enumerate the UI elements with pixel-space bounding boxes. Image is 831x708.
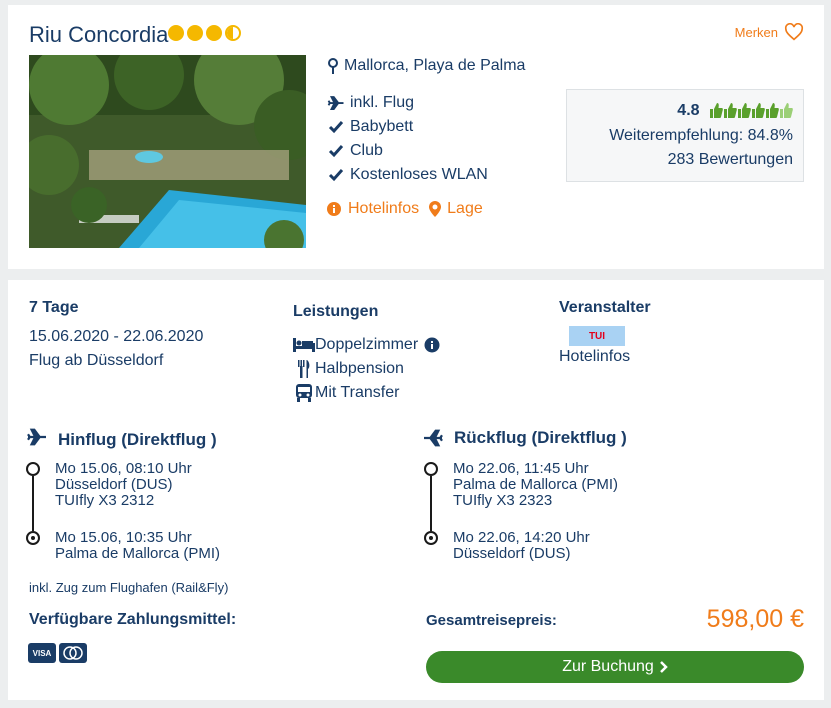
outbound-flight-no: TUIfly X3 2312: [55, 492, 155, 509]
service-board: Halbpension: [293, 360, 404, 378]
merken-button[interactable]: Merken: [735, 23, 804, 41]
operator-logo: TUI: [569, 326, 625, 346]
location-text: Mallorca, Playa de Palma: [344, 57, 526, 74]
info-icon[interactable]: [424, 337, 440, 353]
return-arrival: Mo 22.06, 14:20 Uhr Düsseldorf (DUS): [453, 530, 590, 562]
timeline-end-dot: [26, 531, 40, 545]
outbound-arr-airport: Palma de Mallorca (PMI): [55, 545, 221, 562]
hotel-stars: [168, 25, 241, 41]
check-icon: [326, 120, 346, 134]
service-transfer: Mit Transfer: [293, 384, 399, 402]
plane-icon: [326, 95, 346, 111]
map-marker-icon: [429, 201, 442, 217]
outbound-header: Hinflug (Direktflug ): [26, 428, 217, 451]
bus-icon: [293, 384, 315, 402]
outbound-departure: Mo 15.06, 08:10 Uhr Düsseldorf (DUS) TUI…: [55, 461, 192, 509]
trip-dates: 15.06.2020 - 22.06.2020: [29, 328, 204, 345]
rating-score-row: 4.8: [677, 102, 793, 120]
return-dep-time: Mo 22.06, 11:45 Uhr: [453, 460, 589, 477]
timeline-line: [32, 476, 34, 531]
thumb-up-icon: [738, 103, 751, 119]
outbound-dep-airport: Düsseldorf (DUS): [55, 476, 173, 493]
plane-return-icon: [422, 429, 444, 447]
hotel-card: Riu Concordia Merken Mallorca, Playa de …: [8, 5, 824, 269]
hotel-links: Hotelinfos Lage: [326, 200, 483, 218]
service-room: Doppelzimmer: [293, 336, 440, 354]
booking-button[interactable]: Zur Buchung: [426, 651, 804, 683]
hotel-location: Mallorca, Playa de Palma: [326, 57, 525, 75]
total-price: 598,00 €: [706, 605, 804, 633]
booking-label: Zur Buchung: [562, 658, 654, 675]
visa-icon: VISA: [28, 643, 56, 663]
check-icon: [326, 144, 346, 158]
outbound-title: Hinflug (Direktflug ): [58, 429, 217, 449]
info-icon: [327, 202, 341, 216]
thumb-up-icon: [752, 103, 765, 119]
recommend-rate: Weiterempfehlung: 84.8%: [609, 127, 793, 144]
hotel-features: inkl. Flug Babybett Club Kostenloses WLA…: [326, 91, 488, 187]
offer-card: 7 Tage 15.06.2020 - 22.06.2020 Flug ab D…: [8, 280, 824, 700]
outbound-dep-time: Mo 15.06, 08:10 Uhr: [55, 460, 192, 477]
map-pin-icon: [326, 58, 340, 74]
outbound-arrival: Mo 15.06, 10:35 Uhr Palma de Mallorca (P…: [55, 530, 220, 562]
mastercard-icon: [59, 643, 87, 663]
hotelinfos-link[interactable]: Hotelinfos: [326, 200, 419, 218]
payment-methods: VISA: [28, 643, 87, 663]
outbound-arr-time: Mo 15.06, 10:35 Uhr: [55, 529, 192, 546]
thumb-up-icon: [766, 103, 779, 119]
operator-title: Veranstalter: [559, 299, 651, 316]
return-arr-airport: Düsseldorf (DUS): [453, 545, 571, 562]
return-header: Rückflug (Direktflug ): [422, 428, 627, 448]
plane-icon: [26, 428, 48, 451]
rating-box[interactable]: 4.8 Weiterempfehlung: 84.8% 283 Bewertun…: [566, 89, 804, 182]
star-icon: [206, 25, 222, 41]
timeline-start-dot: [424, 462, 438, 476]
thumb-up-icon: [710, 103, 723, 119]
chevron-right-icon: [659, 661, 668, 673]
rating-score: 4.8: [677, 102, 700, 119]
half-star-icon: [225, 25, 241, 41]
return-title: Rückflug (Direktflug ): [454, 428, 627, 447]
feature-wlan: Kostenloses WLAN: [326, 163, 488, 187]
feature-club: Club: [326, 139, 488, 163]
thumb-up-icon: [724, 103, 737, 119]
return-departure: Mo 22.06, 11:45 Uhr Palma de Mallorca (P…: [453, 461, 618, 509]
return-dep-airport: Palma de Mallorca (PMI): [453, 476, 619, 493]
departure-city: Flug ab Düsseldorf: [29, 352, 164, 369]
thumb-up-icon: [780, 103, 793, 119]
rail-fly-note: inkl. Zug zum Flughafen (Rail&Fly): [29, 580, 229, 595]
services-title: Leistungen: [293, 303, 379, 320]
star-icon: [187, 25, 203, 41]
heart-icon: [784, 23, 804, 41]
bed-icon: [293, 338, 315, 352]
lage-link[interactable]: Lage: [429, 200, 483, 218]
timeline-end-dot: [424, 531, 438, 545]
rating-thumbs: [710, 103, 793, 119]
cutlery-icon: [293, 360, 315, 378]
star-icon: [168, 25, 184, 41]
timeline-start-dot: [26, 462, 40, 476]
hotel-name[interactable]: Riu Concordia: [29, 22, 168, 48]
payment-title: Verfügbare Zahlungsmittel:: [29, 611, 237, 628]
trip-duration: 7 Tage: [29, 299, 79, 316]
hotel-photo[interactable]: [29, 55, 306, 248]
merken-label: Merken: [734, 24, 778, 40]
return-flight-no: TUIfly X3 2323: [453, 492, 553, 509]
review-count[interactable]: 283 Bewertungen: [668, 151, 793, 169]
check-icon: [326, 168, 346, 182]
feature-flight: inkl. Flug: [326, 91, 488, 115]
total-label: Gesamtreisepreis:: [426, 612, 557, 629]
timeline-line: [430, 476, 432, 531]
feature-babybett: Babybett: [326, 115, 488, 139]
operator-hotelinfos-link[interactable]: Hotelinfos: [559, 348, 630, 366]
return-arr-time: Mo 22.06, 14:20 Uhr: [453, 529, 590, 546]
